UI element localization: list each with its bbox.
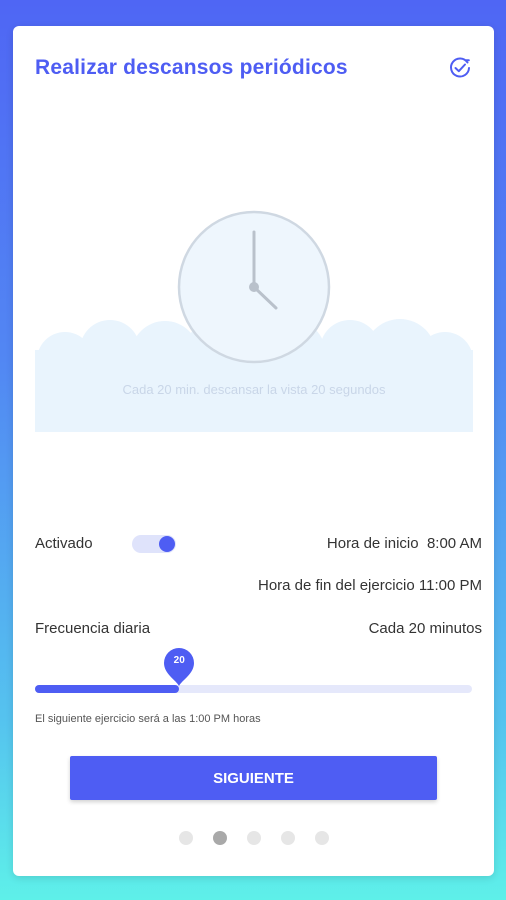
end-time-value: 11:00 PM <box>418 577 482 594</box>
activated-toggle[interactable] <box>132 535 176 553</box>
frequency-slider[interactable] <box>35 685 472 693</box>
frequency-value: Cada 20 minutos <box>368 620 482 637</box>
clock-illustration <box>35 210 473 432</box>
toggle-knob <box>159 536 175 552</box>
pagination-dot[interactable] <box>280 831 295 845</box>
next-button[interactable]: SIGUIENTE <box>70 756 437 800</box>
end-time[interactable]: Hora de fin del ejercicio 11:00 PM <box>258 577 482 594</box>
page-title: Realizar descansos periódicos <box>35 56 348 79</box>
start-time-value: 8:00 AM <box>426 535 482 552</box>
end-time-label: Hora de fin del ejercicio <box>257 577 415 594</box>
pagination-dot[interactable] <box>212 831 227 845</box>
start-time[interactable]: Hora de inicio 8:00 AM <box>327 535 482 552</box>
next-exercise-note: El siguiente ejercicio será a las 1:00 P… <box>35 713 261 725</box>
clock-icon <box>177 210 331 364</box>
frequency-label: Frecuencia diaria <box>35 620 151 637</box>
illustration-caption: Cada 20 min. descansar la vista 20 segun… <box>122 382 386 397</box>
card: Realizar descansos periódicos Cada 20 mi… <box>13 26 494 876</box>
slider-value: 20 <box>173 655 185 666</box>
map-pin-icon <box>164 648 195 686</box>
activated-label: Activado <box>35 535 93 552</box>
pagination-dots <box>13 831 494 850</box>
pagination-dot[interactable] <box>246 831 261 845</box>
start-time-label: Hora de inicio <box>326 535 419 552</box>
slider-fill <box>35 685 180 693</box>
pagination-dot[interactable] <box>314 831 329 845</box>
check-circle-icon[interactable] <box>448 56 472 80</box>
pagination-dot[interactable] <box>178 831 193 845</box>
slider-handle[interactable]: 20 <box>163 647 195 687</box>
